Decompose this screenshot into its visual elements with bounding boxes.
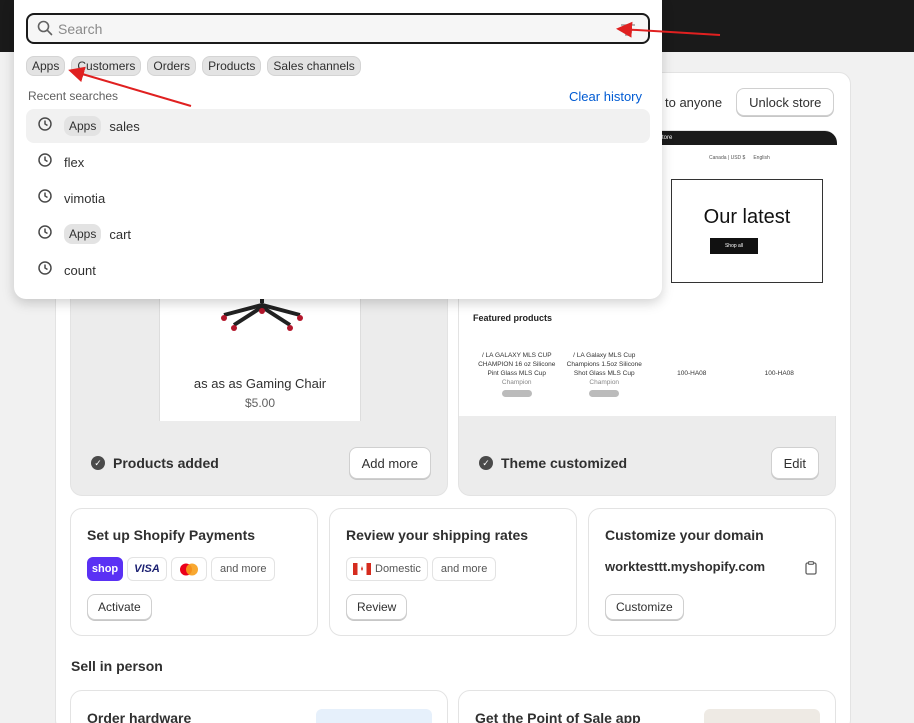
recent-search-item[interactable]: count [26, 253, 650, 287]
theme-product: 100-HA08 [648, 351, 736, 400]
edit-theme-button[interactable]: Edit [770, 447, 819, 479]
filter-chip-customers[interactable]: Customers [71, 56, 142, 76]
theme-shop-all-button: Shop all [710, 238, 758, 254]
filter-chip-orders[interactable]: Orders [147, 56, 197, 76]
checkmark-icon: ✓ [479, 456, 493, 470]
filter-chip-apps[interactable]: Apps [26, 56, 66, 76]
domestic-label: Domestic [375, 563, 421, 575]
store-password-text: to anyone [665, 94, 723, 110]
and-more-chip: and more [211, 557, 276, 581]
order-hardware-title: Order hardware [87, 710, 192, 723]
customize-domain-button[interactable]: Customize [605, 594, 684, 620]
theme-product-sub: Champion [501, 379, 532, 386]
visa-icon: VISA [127, 557, 167, 581]
search-icon [37, 20, 53, 41]
recent-search-query: vimotia [64, 190, 106, 206]
theme-product-title: 100-HA08 [677, 370, 707, 377]
theme-product-title: / LA GALAXY MLS CUP CHAMPION 16 oz Silic… [478, 352, 556, 377]
theme-product-sub: Champion [589, 379, 620, 386]
product-name: as as as Gaming Chair [193, 376, 327, 391]
recent-search-item[interactable]: Apps sales [26, 109, 650, 143]
theme-hero: Our latest Shop all [671, 179, 823, 283]
clock-icon [38, 116, 52, 136]
theme-hero-title: Our latest [703, 206, 791, 228]
clock-icon [38, 188, 52, 208]
recent-search-item[interactable]: Apps cart [26, 217, 650, 251]
and-more-chip: and more [431, 557, 497, 581]
activate-button[interactable]: Activate [87, 594, 152, 620]
search-filter-chips: Apps Customers Orders Products Sales cha… [26, 56, 361, 76]
domain-title: Customize your domain [605, 527, 764, 543]
products-status: Products added [113, 455, 219, 471]
theme-nav: Canada | USD $ English [709, 155, 770, 161]
recent-search-query: sales [109, 118, 140, 134]
pos-app-image [704, 709, 820, 723]
clear-history-link[interactable]: Clear history [569, 89, 642, 104]
recent-search-tag: Apps [64, 116, 102, 136]
recent-search-tag: Apps [64, 224, 102, 244]
search-input[interactable] [58, 19, 618, 38]
checkmark-icon: ✓ [91, 456, 105, 470]
clipboard-icon[interactable] [805, 561, 817, 578]
unlock-store-button[interactable]: Unlock store [736, 88, 835, 116]
search-bar[interactable] [26, 13, 650, 44]
payments-title: Set up Shopify Payments [87, 527, 256, 543]
shipping-card: Review your shipping rates Domestic and … [329, 508, 577, 636]
shop-pay-icon: shop [87, 557, 123, 581]
recent-search-item[interactable]: flex [26, 145, 650, 179]
theme-product-title: 100-HA08 [764, 370, 794, 377]
clock-icon [38, 260, 52, 280]
payments-card: Set up Shopify Payments shop VISA and mo… [70, 508, 318, 636]
store-password-row: to anyone Unlock store [665, 88, 835, 116]
mastercard-icon [171, 557, 207, 581]
pos-app-card: Get the Point of Sale app [458, 690, 836, 723]
clock-icon [38, 152, 52, 172]
theme-nav-currency: Canada | USD $ [709, 155, 746, 161]
add-more-button[interactable]: Add more [348, 447, 431, 479]
product-price: $5.00 [244, 396, 276, 410]
search-dropdown: Apps Customers Orders Products Sales cha… [14, 0, 662, 299]
theme-product: 100-HA08 [736, 351, 824, 400]
recent-search-query: flex [64, 154, 85, 170]
recent-search-item[interactable]: vimotia [26, 181, 650, 215]
filter-chip-sales-channels[interactable]: Sales channels [267, 56, 361, 76]
review-button[interactable]: Review [346, 594, 408, 620]
recent-search-query: count [64, 262, 96, 278]
pos-app-title: Get the Point of Sale app [475, 710, 641, 723]
theme-product-badge [589, 390, 620, 397]
sell-in-person-title: Sell in person [71, 658, 163, 674]
filter-icon[interactable] [620, 23, 636, 41]
order-hardware-card: Order hardware [70, 690, 448, 723]
theme-nav-language: English [753, 155, 770, 161]
domain-card: Customize your domain worktesttt.myshopi… [588, 508, 836, 636]
theme-product-title: / LA Galaxy MLS Cup Champions 1.5oz Sili… [566, 352, 642, 377]
recent-search-query: cart [109, 226, 132, 242]
shipping-title: Review your shipping rates [346, 527, 529, 543]
hardware-image [316, 709, 432, 723]
recent-searches-label: Recent searches [28, 89, 119, 103]
domain-value: worktesttt.myshopify.com [605, 559, 766, 574]
theme-product: / LA GALAXY MLS CUP CHAMPION 16 oz Silic… [473, 351, 561, 400]
theme-product-badge [501, 390, 532, 397]
theme-products: / LA GALAXY MLS CUP CHAMPION 16 oz Silic… [473, 351, 823, 400]
theme-status: Theme customized [501, 455, 628, 471]
theme-product: / LA Galaxy MLS Cup Champions 1.5oz Sili… [561, 351, 649, 400]
filter-chip-products[interactable]: Products [202, 56, 262, 76]
domestic-chip: Domestic [346, 557, 428, 581]
clock-icon [38, 224, 52, 244]
canada-flag-icon [353, 563, 371, 575]
theme-featured-title: Featured products [473, 313, 553, 323]
